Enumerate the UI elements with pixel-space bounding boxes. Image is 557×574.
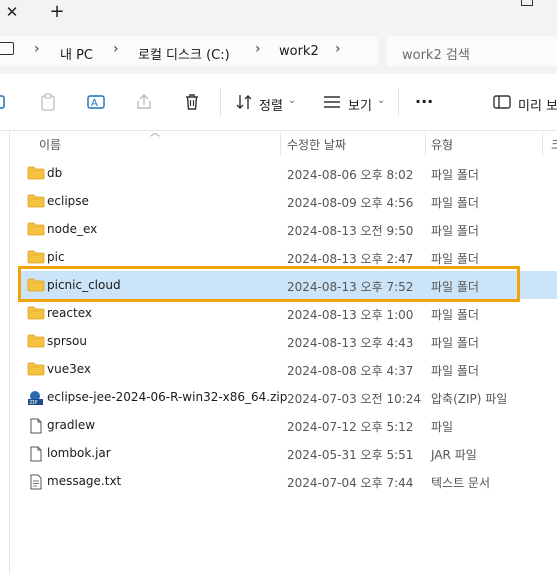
breadcrumb-separator[interactable]: › [34, 41, 40, 57]
column-header-date[interactable]: 수정한 날짜 [287, 136, 346, 153]
folder-icon [27, 306, 45, 320]
file-type: 텍스트 문서 [431, 476, 491, 490]
file-modified-date: 2024-08-13 오후 4:43 [287, 336, 414, 350]
breadcrumb-local-disk[interactable]: 로컬 디스크 (C:) [138, 44, 230, 63]
file-type: 파일 폴더 [431, 336, 479, 350]
search-placeholder[interactable]: work2 검색 [402, 44, 470, 63]
sort-button[interactable]: 정렬 [259, 95, 283, 114]
file-name[interactable]: reactex [47, 306, 92, 320]
folder-icon [27, 166, 45, 180]
file-name[interactable]: db [47, 166, 62, 180]
view-button[interactable]: 보기 [348, 95, 372, 114]
file-name[interactable]: message.txt [47, 474, 121, 488]
file-type: 파일 폴더 [431, 168, 479, 182]
toolbar-divider [220, 88, 221, 116]
pc-icon [0, 42, 14, 55]
file-modified-date: 2024-08-13 오후 2:47 [287, 252, 414, 266]
paste-icon[interactable] [38, 92, 58, 112]
sort-ascending-icon: ︿ [150, 128, 160, 139]
file-type: 파일 폴더 [431, 196, 479, 210]
column-divider[interactable] [425, 132, 426, 156]
file-name[interactable]: vue3ex [47, 362, 91, 376]
view-icon[interactable] [322, 92, 342, 112]
preview-button[interactable]: 미리 보 [518, 95, 557, 114]
rename-icon[interactable]: A [86, 92, 106, 112]
folder-icon [27, 222, 45, 236]
file-type: 파일 폴더 [431, 224, 479, 238]
share-icon[interactable] [134, 92, 154, 112]
file-type: 파일 폴더 [431, 364, 479, 378]
file-type: 파일 폴더 [431, 308, 479, 322]
file-type: 파일 폴더 [431, 252, 479, 266]
file-modified-date: 2024-07-04 오후 7:44 [287, 476, 414, 490]
file-name[interactable]: eclipse [47, 194, 89, 208]
maximize-icon[interactable] [521, 0, 533, 6]
file-modified-date: 2024-08-13 오후 1:00 [287, 308, 414, 322]
column-divider[interactable] [542, 132, 543, 156]
file-modified-date: 2024-07-12 오후 5:12 [287, 420, 414, 434]
file-modified-date: 2024-08-13 오전 9:50 [287, 224, 414, 238]
column-header-name[interactable]: 이름 [39, 136, 61, 153]
file-type: 압축(ZIP) 파일 [431, 392, 508, 406]
chevron-down-icon[interactable]: ⌄ [288, 95, 296, 106]
file-modified-date: 2024-07-03 오전 10:24 [287, 392, 422, 406]
folder-icon [27, 194, 45, 208]
breadcrumb-separator[interactable]: › [255, 41, 261, 57]
file-name[interactable]: eclipse-jee-2024-06-R-win32-x86_64.zip [47, 390, 287, 404]
file-type: JAR 파일 [431, 448, 477, 462]
chevron-down-icon[interactable]: ⌄ [377, 95, 385, 106]
column-header-size[interactable]: 크 [551, 136, 557, 153]
file-icon [27, 446, 45, 462]
file-modified-date: 2024-08-06 오후 8:02 [287, 168, 414, 182]
file-name[interactable]: node_ex [47, 222, 97, 236]
folder-icon [27, 362, 45, 376]
file-name[interactable]: lombok.jar [47, 446, 111, 460]
navigation-pane-edge [9, 130, 10, 574]
text-file-icon [27, 474, 45, 490]
column-header-type[interactable]: 유형 [431, 136, 453, 153]
zip-icon: ZIP [27, 390, 45, 406]
preview-pane-icon[interactable] [492, 92, 512, 112]
more-options-button[interactable]: ··· [415, 92, 433, 111]
toolbar-divider [398, 88, 399, 116]
sort-icon[interactable] [234, 92, 254, 112]
tab-strip [0, 0, 557, 26]
close-tab-button[interactable]: ✕ [2, 2, 22, 22]
breadcrumb-my-pc[interactable]: 내 PC [60, 44, 93, 63]
column-divider[interactable] [280, 132, 281, 156]
breadcrumb-separator[interactable]: › [113, 41, 119, 57]
new-tab-button[interactable]: + [46, 2, 68, 22]
svg-text:A: A [91, 98, 98, 109]
file-modified-date: 2024-08-08 오후 4:37 [287, 364, 414, 378]
file-modified-date: 2024-08-09 오후 4:56 [287, 196, 414, 210]
file-name[interactable]: gradlew [47, 418, 95, 432]
breadcrumb-separator[interactable]: › [335, 41, 341, 57]
delete-icon[interactable] [182, 92, 202, 112]
selection-highlight [18, 266, 520, 302]
file-icon [27, 418, 45, 434]
new-item-icon[interactable] [0, 92, 12, 112]
file-type: 파일 [431, 420, 454, 434]
folder-icon [27, 334, 45, 348]
folder-icon [27, 250, 45, 264]
file-modified-date: 2024-05-31 오후 5:51 [287, 448, 414, 462]
svg-text:ZIP: ZIP [30, 400, 38, 406]
breadcrumb-work2[interactable]: work2 [279, 44, 319, 59]
file-name[interactable]: sprsou [47, 334, 87, 348]
file-name[interactable]: pic [47, 250, 65, 264]
